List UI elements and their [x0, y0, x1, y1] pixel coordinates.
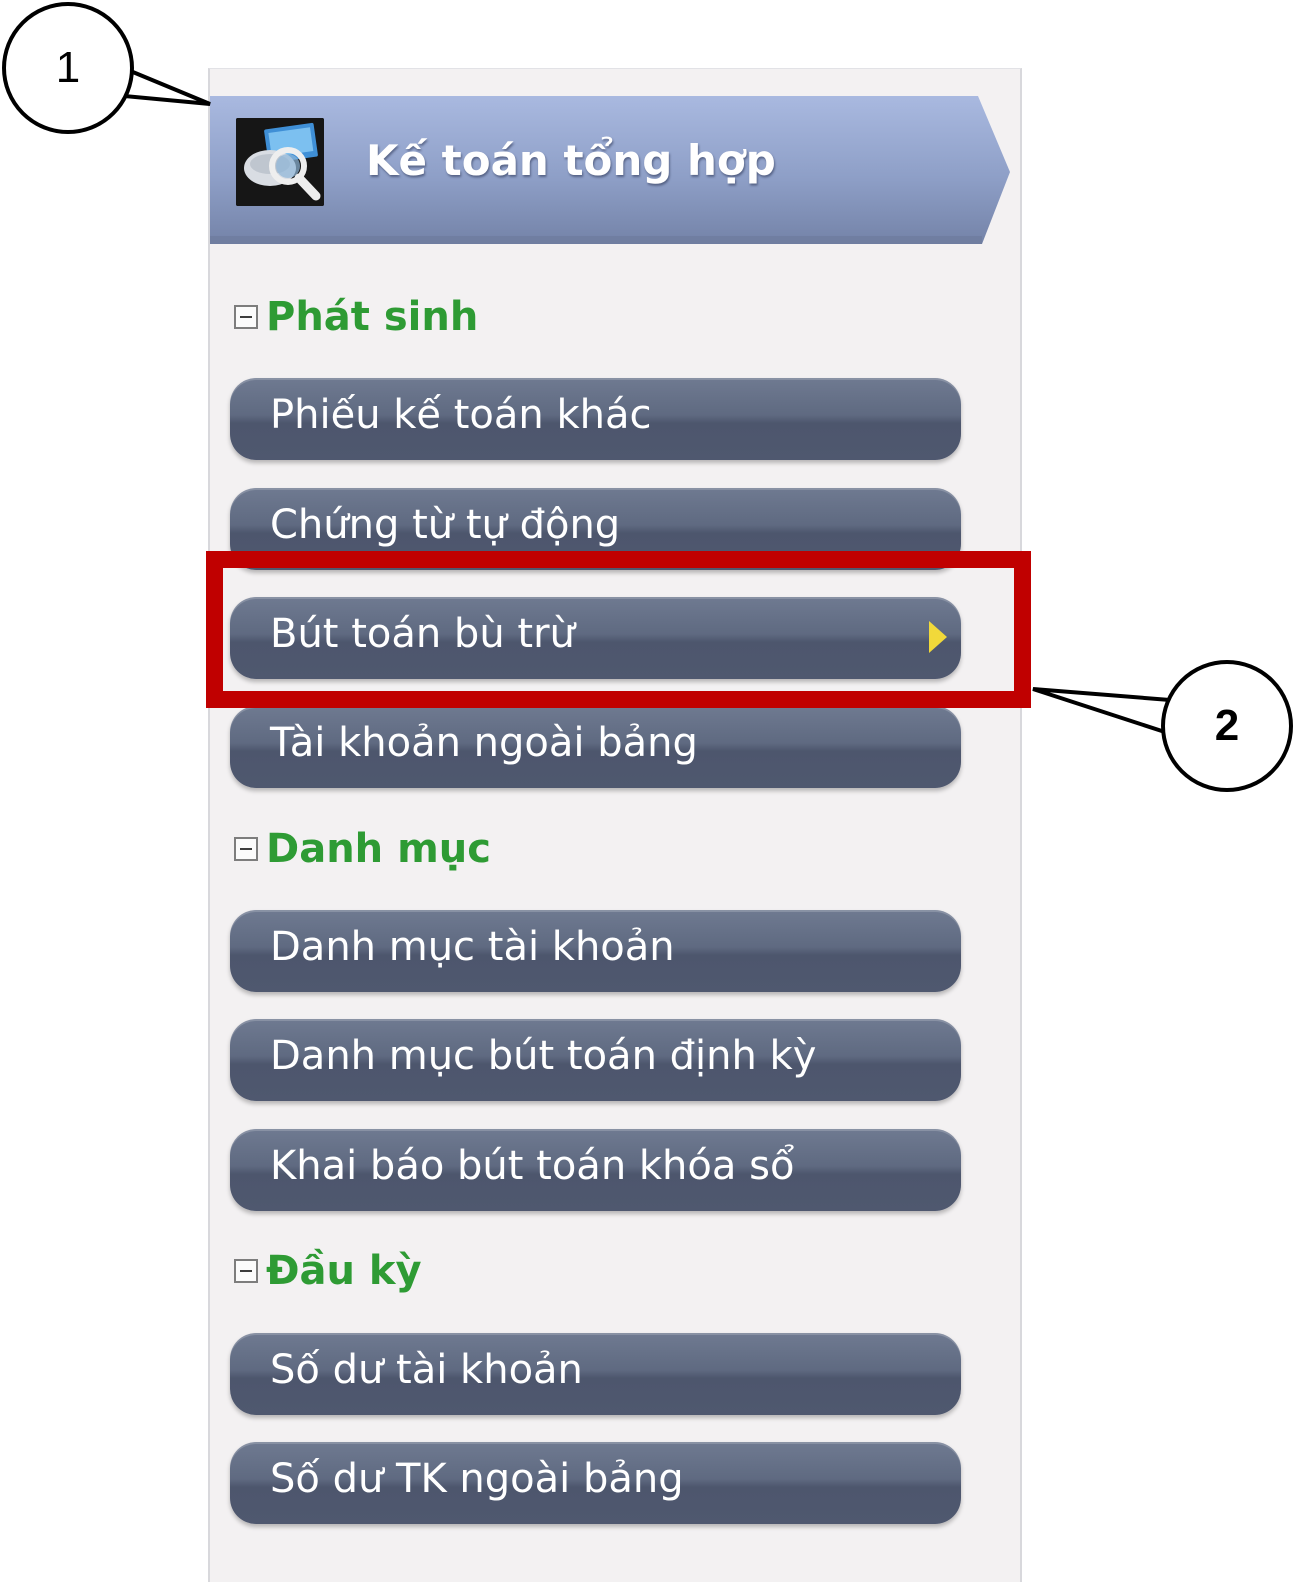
screenshot-stage: Kế toán tổng hợp Phát sinh Phiếu kế toán… [0, 0, 1309, 1582]
annotation-leaders [123, 68, 1171, 735]
callout-number: 1 [55, 43, 81, 92]
callout-1: 1 [2, 2, 134, 134]
callout-number: 2 [1214, 701, 1240, 750]
callout-2: 2 [1161, 660, 1293, 792]
